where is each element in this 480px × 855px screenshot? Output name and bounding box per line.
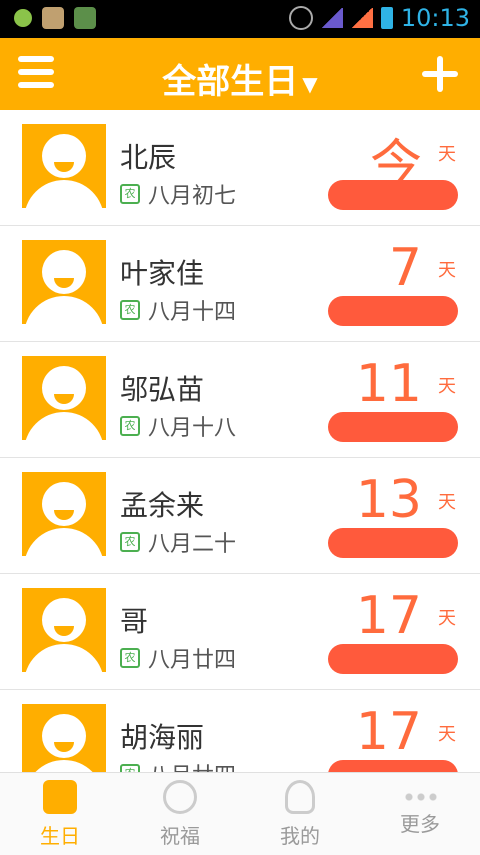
lunar-badge-icon: 农	[120, 184, 140, 204]
person-icon	[285, 779, 315, 814]
tab-birthday[interactable]: 生日	[0, 773, 120, 855]
cake-icon	[43, 779, 77, 814]
lunar-date: 农八月廿四	[120, 758, 236, 772]
top-bar: 全部生日 ▼	[0, 38, 480, 110]
lunar-date: 农八月十八	[120, 410, 236, 442]
days-unit: 天	[438, 608, 456, 629]
tab-wishes[interactable]: 祝福	[120, 773, 240, 855]
avatar	[22, 472, 106, 556]
list-item[interactable]: 邬弘苗 农八月十八 11 天	[0, 342, 480, 458]
days-count: 11	[355, 354, 422, 414]
status-bar: 10:13	[0, 0, 480, 38]
battery-icon	[380, 7, 393, 29]
tab-more[interactable]: 更多	[360, 773, 480, 855]
app-notification-icon	[74, 7, 96, 29]
tab-label: 更多	[400, 811, 440, 836]
lunar-badge-icon: 农	[120, 532, 140, 552]
add-icon[interactable]	[422, 56, 458, 92]
contact-name: 叶家佳	[120, 257, 205, 290]
days-count: 13	[355, 470, 422, 530]
redaction-mark	[328, 644, 458, 674]
days-count: 17	[355, 702, 422, 762]
signal-icon	[320, 8, 343, 28]
redaction-mark	[328, 760, 458, 772]
avatar	[22, 704, 106, 772]
lunar-badge-icon: 农	[120, 416, 140, 436]
lunar-date-text: 八月廿四	[148, 758, 236, 772]
lunar-date-text: 八月廿四	[148, 648, 237, 673]
more-icon	[403, 791, 437, 802]
contact-name: 哥	[120, 605, 149, 638]
signal-icon	[350, 8, 373, 28]
status-left-icons	[14, 7, 96, 29]
title-text: 全部生日	[162, 62, 299, 102]
contact-name: 孟余来	[120, 489, 205, 522]
lunar-date-text: 八月初七	[148, 184, 237, 209]
days-unit: 天	[438, 260, 456, 281]
lunar-date-text: 八月十四	[148, 300, 237, 325]
days-unit: 天	[438, 144, 456, 165]
avatar	[22, 356, 106, 440]
app-notification-icon	[14, 9, 32, 27]
tab-label: 我的	[280, 823, 320, 848]
alarm-icon	[288, 6, 313, 30]
heart-icon	[163, 779, 197, 814]
avatar	[22, 124, 106, 208]
lunar-date: 农八月二十	[120, 526, 236, 558]
days-count: 7	[388, 238, 422, 298]
list-item[interactable]: 北辰 农八月初七 今 天	[0, 110, 480, 226]
lunar-badge-icon: 农	[120, 300, 140, 320]
tab-label: 生日	[40, 823, 80, 848]
chevron-down-icon: ▼	[302, 71, 318, 96]
days-unit: 天	[438, 724, 456, 745]
avatar	[22, 240, 106, 324]
contact-name: 北辰	[120, 141, 177, 174]
lunar-date: 农八月廿四	[120, 642, 236, 674]
redaction-mark	[328, 180, 458, 210]
bottom-tab-bar: 生日 祝福 我的 更多	[0, 772, 480, 855]
lunar-badge-icon: 农	[120, 648, 140, 668]
list-item[interactable]: 叶家佳 农八月十四 7 天	[0, 226, 480, 342]
days-unit: 天	[438, 376, 456, 397]
redaction-mark	[328, 412, 458, 442]
list-item[interactable]: 孟余来 农八月二十 13 天	[0, 458, 480, 574]
list-item[interactable]: 胡海丽 农八月廿四 17 天	[0, 690, 480, 772]
lunar-date-text: 八月二十	[148, 532, 237, 557]
lunar-badge-icon: 农	[120, 764, 140, 772]
list-item[interactable]: 哥 农八月廿四 17 天	[0, 574, 480, 690]
page-title[interactable]: 全部生日 ▼	[0, 54, 480, 103]
lunar-date: 农八月初七	[120, 178, 236, 210]
status-time: 10:13	[400, 4, 470, 32]
lunar-date: 农八月十四	[120, 294, 236, 326]
redaction-mark	[328, 296, 458, 326]
app-notification-icon	[42, 7, 64, 29]
redaction-mark	[328, 528, 458, 558]
tab-mine[interactable]: 我的	[240, 773, 360, 855]
avatar	[22, 588, 106, 672]
birthday-list: 北辰 农八月初七 今 天 叶家佳 农八月十四 7 天 邬弘苗 农八月十八 11 …	[0, 110, 480, 772]
days-unit: 天	[438, 492, 456, 513]
days-count: 17	[355, 586, 422, 646]
contact-name: 邬弘苗	[120, 373, 205, 406]
lunar-date-text: 八月十八	[148, 416, 237, 441]
contact-name: 胡海丽	[120, 721, 205, 754]
status-right-icons: 10:13	[288, 4, 470, 32]
tab-label: 祝福	[160, 823, 200, 848]
